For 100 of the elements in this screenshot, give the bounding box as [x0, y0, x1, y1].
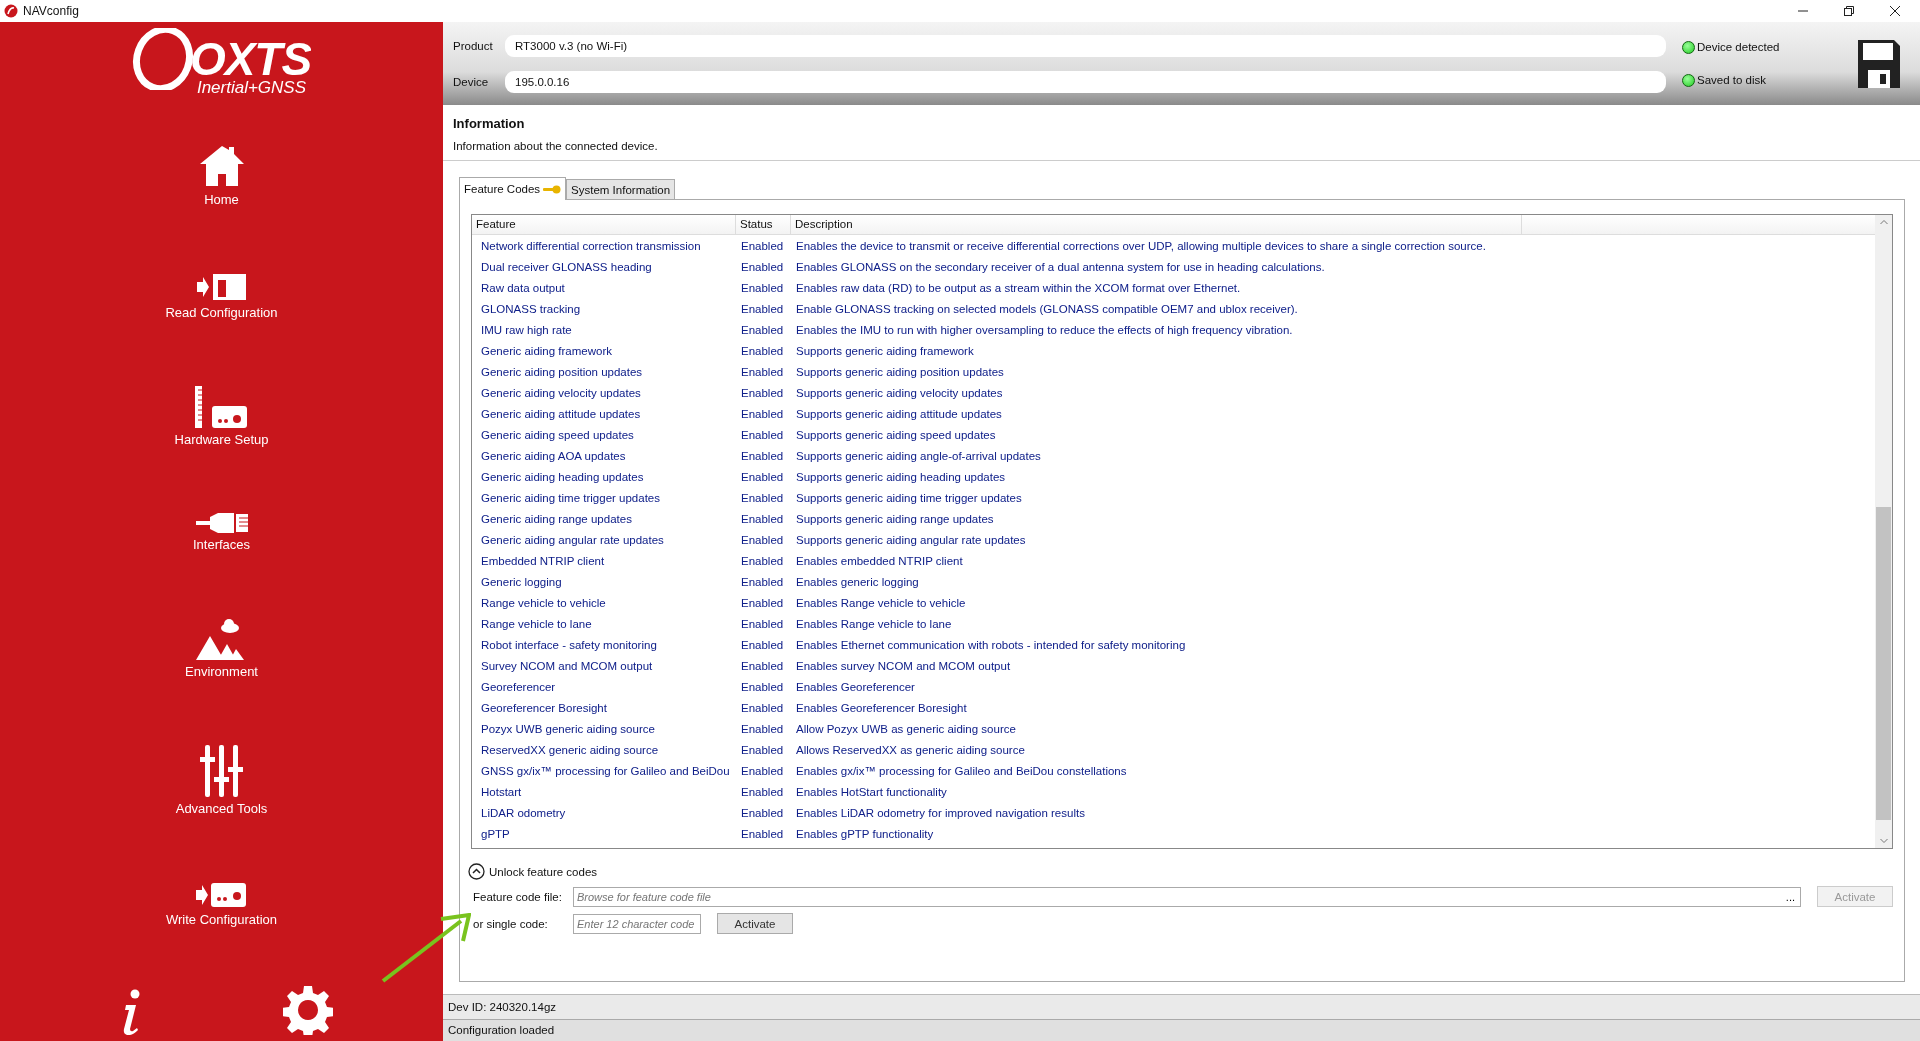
table-row[interactable]: Generic aiding AOA updates Enabled Supports generic aiding angle-of-arrival updates	[472, 445, 1875, 466]
table-cell-text: Enabled	[740, 743, 785, 756]
table-cell-text: Robot interface - safety monitoring	[480, 638, 658, 651]
table-cell-text: Supports generic aiding angle-of-arrival updates	[795, 449, 1042, 462]
table-cell-text: Enables Range vehicle to lane	[795, 617, 953, 630]
nav-item[interactable]: Home	[197, 144, 246, 207]
table-cell-text: Generic aiding heading updates	[480, 470, 645, 483]
table-row[interactable]: Generic logging Enabled Enables generic logging	[472, 571, 1875, 592]
column-header[interactable]: Description	[791, 215, 1522, 234]
table-row[interactable]: Range vehicle to vehicle Enabled Enables Range vehicle to vehicle	[472, 592, 1875, 613]
column-header[interactable]: Status	[736, 215, 791, 234]
arrow-device-icon	[196, 882, 247, 908]
table-cell-text: Enabled	[740, 428, 785, 441]
table-cell-text: Enables Georeferencer	[795, 680, 916, 693]
table-cell-text: GNSS gx/ix™ processing for Galileo and BeiDou	[480, 764, 731, 777]
table-cell-text: LiDAR odometry	[480, 806, 567, 819]
table-row[interactable]: IMU raw high rate Enabled Enables the IMU to run with higher oversampling to reduce the effects of high frequency vibration.	[472, 319, 1875, 340]
table-row[interactable]: Generic aiding speed updates Enabled Supports generic aiding speed updates	[472, 424, 1875, 445]
table-cell-text: Enables Range vehicle to vehicle	[795, 596, 967, 609]
table-row[interactable]: Generic aiding attitude updates Enabled Supports generic aiding attitude updates	[472, 403, 1875, 424]
table-cell-text: Enabled	[740, 575, 785, 588]
close-icon[interactable]	[1890, 6, 1900, 16]
table-cell-text: Embedded NTRIP client	[480, 554, 606, 567]
table-cell-text: Enabled	[740, 302, 785, 315]
code-input-field[interactable]: Enter 12 character code	[573, 913, 701, 934]
save-icon[interactable]	[1858, 39, 1900, 88]
table-cell-text: Enabled	[740, 407, 785, 420]
table-row[interactable]: Generic aiding heading updates Enabled Supports generic aiding heading updates	[472, 466, 1875, 487]
table-row[interactable]: ReservedXX generic aiding source Enabled Allows ReservedXX as generic aiding source	[472, 739, 1875, 760]
table-cell-text: gPTP	[480, 827, 511, 840]
table-cell-text: Supports generic aiding position updates	[795, 365, 1005, 378]
table-row[interactable]: Generic aiding angular rate updates Enabled Supports generic aiding angular rate updates	[472, 529, 1875, 550]
table-row[interactable]: Embedded NTRIP client Enabled Enables embedded NTRIP client	[472, 550, 1875, 571]
table-cell-text: Enables generic logging	[795, 575, 920, 588]
table-row[interactable]: Georeferencer Enabled Enables Georeferencer	[472, 676, 1875, 697]
table-cell-text: Generic aiding speed updates	[480, 428, 635, 441]
table-row[interactable]: gPTP Enabled Enables gPTP functionality	[472, 823, 1875, 844]
table-row[interactable]: Robot interface - safety monitoring Enabled Enables Ethernet communication with robots - intended for safety monitoring	[472, 634, 1875, 655]
table-row[interactable]: LiDAR odometry Enabled Enables LiDAR odometry for improved navigation results	[472, 802, 1875, 823]
dev-id-bar: Dev ID: 240320.14gz	[443, 994, 1920, 1019]
table-cell-text: Enabled	[740, 239, 785, 252]
table-cell-text: Enables the device to transmit or receive differential corrections over UDP, allowing multiple devices to share a single correction source.	[795, 239, 1487, 252]
table-row[interactable]: Generic aiding time trigger updates Enabled Supports generic aiding time trigger updates	[472, 487, 1875, 508]
table-cell-text: Supports generic aiding range updates	[795, 512, 995, 525]
table-row[interactable]: Raw data output Enabled Enables raw data (RD) to be output as a stream within the XCOM format over Ethernet.	[472, 277, 1875, 298]
activate-button[interactable]: Activate	[717, 913, 793, 934]
status-bar: Configuration loaded	[443, 1019, 1920, 1041]
table-row[interactable]: Generic aiding range updates Enabled Supports generic aiding range updates	[472, 508, 1875, 529]
table-cell-text: Enabled	[740, 680, 785, 693]
table-cell-text: Supports generic aiding angular rate updates	[795, 533, 1027, 546]
expander-label[interactable]: Unlock feature codes	[489, 865, 598, 878]
nav-item[interactable]: Interfaces	[192, 513, 251, 552]
table-cell-text: Network differential correction transmission	[480, 239, 702, 252]
table-row[interactable]: Range vehicle to lane Enabled Enables Range vehicle to lane	[472, 613, 1875, 634]
table-cell-text: Enables Georeferencer Boresight	[795, 701, 968, 714]
table-cell-text: Raw data output	[480, 281, 566, 294]
table-row[interactable]: Dual receiver GLONASS heading Enabled Enables GLONASS on the secondary receiver of a dual antenna system for use in heading calculations.	[472, 256, 1875, 277]
table-cell-text: Supports generic aiding speed updates	[795, 428, 997, 441]
table-cell-text: Enabled	[740, 281, 785, 294]
table-cell-text: Enabled	[740, 554, 785, 567]
nav-item[interactable]: Advanced Tools	[175, 745, 268, 816]
collapse-icon[interactable]	[468, 863, 485, 880]
table-row[interactable]: GLONASS tracking Enabled Enable GLONASS tracking on selected models (GLONASS compatible OEM7 and ublox receiver).	[472, 298, 1875, 319]
table-cell-text: Enabled	[740, 449, 785, 462]
table-cell-text: Generic aiding AOA updates	[480, 449, 627, 462]
table-row[interactable]: Survey NCOM and MCOM output Enabled Enables survey NCOM and MCOM output	[472, 655, 1875, 676]
arrow-window-icon	[196, 273, 247, 301]
table-cell-text: Enabled	[740, 470, 785, 483]
nav-item[interactable]: Environment	[185, 618, 258, 679]
table-cell-text: Enabled	[740, 512, 785, 525]
table-row[interactable]: Generic aiding position updates Enabled Supports generic aiding position updates	[472, 361, 1875, 382]
table-cell-text: Enabled	[740, 260, 785, 273]
table-cell-text: Georeferencer Boresight	[480, 701, 608, 714]
table-row[interactable]: Network differential correction transmission Enabled Enables the device to transmit or receive differential corrections over UDP, allowing multiple devices to share a single correction source.	[472, 235, 1875, 256]
table-row[interactable]: Generic aiding framework Enabled Supports generic aiding framework	[472, 340, 1875, 361]
table-row[interactable]: Hotstart Enabled Enables HotStart functionality	[472, 781, 1875, 802]
table-row[interactable]: Pozyx UWB generic aiding source Enabled Allow Pozyx UWB as generic aiding source	[472, 718, 1875, 739]
sliders-icon	[199, 745, 244, 797]
table-cell-text: Enabled	[740, 323, 785, 336]
table-cell-text: Enables survey NCOM and MCOM output	[795, 659, 1012, 672]
table-cell-text: Supports generic aiding attitude updates	[795, 407, 1003, 420]
table-cell-text: Enabled	[740, 827, 785, 840]
table-cell-text: Range vehicle to lane	[480, 617, 593, 630]
table-cell-text: Enables gx/ix™ processing for Galileo and BeiDou constellations	[795, 764, 1128, 777]
column-header[interactable]: Feature	[472, 215, 736, 234]
nav-item[interactable]: Write Configuration	[165, 882, 277, 927]
table-cell-text: Allow Pozyx UWB as generic aiding source	[795, 722, 1017, 735]
nav-item[interactable]: Read Configuration	[165, 273, 278, 320]
table-row[interactable]: GNSS gx/ix™ processing for Galileo and BeiDou Enabled Enables gx/ix™ processing for Galileo and BeiDou constellations	[472, 760, 1875, 781]
table-cell-text: Supports generic aiding framework	[795, 344, 975, 357]
table-cell-text: Range vehicle to vehicle	[480, 596, 607, 609]
table-row[interactable]: Georeferencer Boresight Enabled Enables Georeferencer Boresight	[472, 697, 1875, 718]
nav-item[interactable]: Hardware Setup	[174, 386, 269, 447]
table-cell-text: Generic aiding attitude updates	[480, 407, 642, 420]
settings-icon[interactable]	[282, 985, 333, 1035]
tab[interactable]: Feature Codes	[459, 177, 567, 200]
window-title: NAVconfig	[23, 4, 79, 18]
restore-icon[interactable]	[1844, 6, 1854, 16]
table-row[interactable]: Generic aiding velocity updates Enabled Supports generic aiding velocity updates	[472, 382, 1875, 403]
tab[interactable]: System Information	[566, 179, 676, 199]
